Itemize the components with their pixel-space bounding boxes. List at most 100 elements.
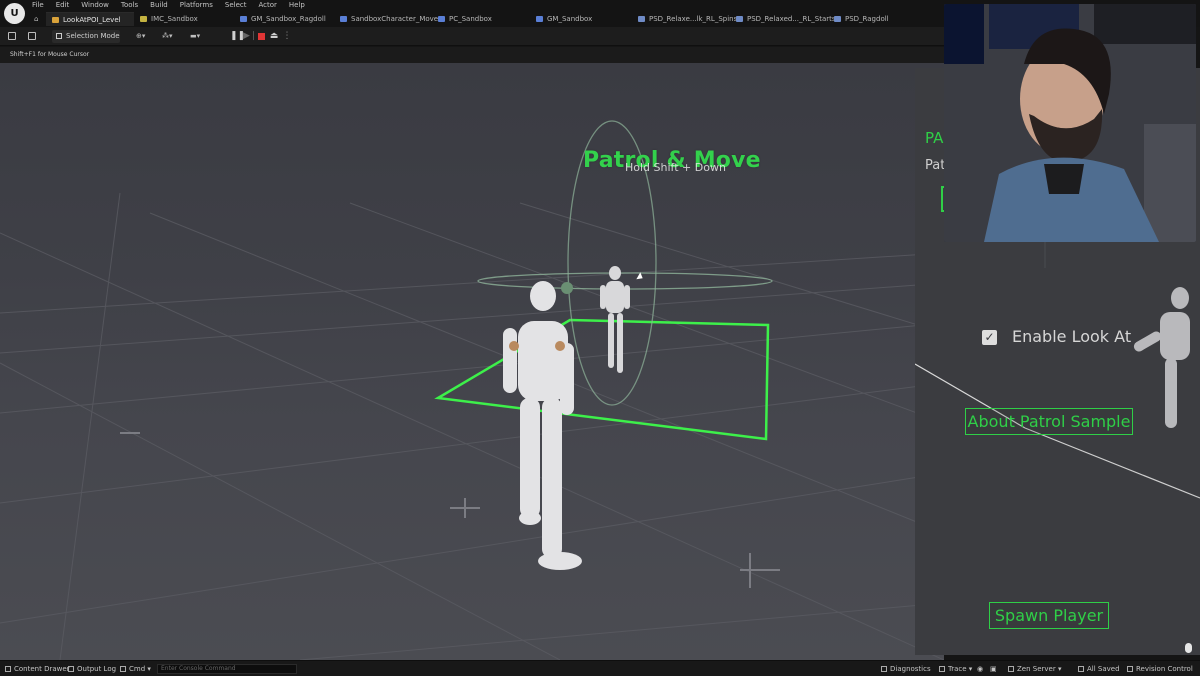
- menu-bar: File Edit Window Tools Build Platforms S…: [32, 1, 317, 12]
- select-arrow-icon: [56, 33, 62, 39]
- menu-edit[interactable]: Edit: [56, 1, 76, 12]
- ground-grid: [0, 192, 944, 660]
- tab-lookatpoi-level[interactable]: LookAtPOI_Level: [46, 12, 134, 26]
- home-tab[interactable]: ⌂: [32, 12, 46, 26]
- content-drawer-button[interactable]: Content Drawer: [5, 664, 70, 674]
- menu-select[interactable]: Select: [225, 1, 253, 12]
- trace-icon: [939, 666, 945, 672]
- tab-imc-sandbox[interactable]: IMC_Sandbox: [134, 12, 234, 26]
- panel-mannequin: [1133, 287, 1190, 428]
- all-saved-button[interactable]: All Saved: [1078, 664, 1120, 674]
- step-frame-icon[interactable]: ▶❘: [243, 31, 257, 42]
- unreal-logo-icon[interactable]: U: [4, 3, 25, 24]
- revision-control-button[interactable]: Revision Control: [1127, 664, 1193, 674]
- diagnostics-icon: [881, 666, 887, 672]
- level-icon: [52, 17, 59, 23]
- tab-psd-relaxed-starts[interactable]: PSD_Relaxed..._RL_Starts: [730, 12, 836, 26]
- zen-server-label: Zen Server: [1017, 665, 1056, 673]
- microphone-icon: [1185, 643, 1192, 653]
- menu-help[interactable]: Help: [289, 1, 311, 12]
- tab-label: SandboxCharacter_Mover: [351, 15, 441, 23]
- level-toolbar: Selection Mode ▾ ⊕▾ ⁂▾ ▬▾ ❚❚ ▶❘ ⏏ ⋮: [0, 27, 944, 53]
- zen-server-icon: [1008, 666, 1014, 672]
- mouse-cursor-hint: Shift+F1 for Mouse Cursor: [10, 51, 90, 58]
- menu-tools[interactable]: Tools: [121, 1, 144, 12]
- tab-psd-ragdoll[interactable]: PSD_Ragdoll: [828, 12, 889, 26]
- folder-icon: [28, 32, 36, 40]
- content-drawer-icon: [5, 666, 11, 672]
- viewport-header: Shift+F1 for Mouse Cursor: [0, 47, 944, 63]
- revision-control-icon: [1127, 666, 1133, 672]
- tab-pc-sandbox[interactable]: PC_Sandbox: [432, 12, 530, 26]
- menu-file[interactable]: File: [32, 1, 50, 12]
- spawn-player-button[interactable]: Spawn Player: [989, 602, 1109, 629]
- look-at-target: [561, 282, 573, 294]
- character-icon: [340, 16, 347, 22]
- hold-shift-hint: Hold Shift + Down: [625, 161, 726, 174]
- content-drawer-label: Content Drawer: [14, 665, 70, 673]
- enable-look-at-checkbox[interactable]: ✓: [982, 330, 997, 345]
- trace-dropdown[interactable]: Trace ▾: [939, 664, 972, 674]
- grid-markers: [120, 432, 780, 588]
- status-bar: Content Drawer Output Log Cmd ▾ Enter Co…: [0, 660, 1200, 676]
- zen-server-dropdown[interactable]: Zen Server ▾: [1008, 664, 1061, 674]
- cmd-label: Cmd: [129, 665, 146, 673]
- pose-search-icon: [834, 16, 841, 22]
- menu-platforms[interactable]: Platforms: [180, 1, 219, 12]
- presenter-video: [944, 4, 1196, 242]
- diagnostics-label: Diagnostics: [890, 665, 931, 673]
- pose-search-icon: [638, 16, 645, 22]
- tab-label: PC_Sandbox: [449, 15, 492, 23]
- more-options-icon[interactable]: ⋮: [282, 31, 292, 42]
- tab-label: IMC_Sandbox: [151, 15, 198, 23]
- npc-mannequin: [600, 266, 630, 373]
- output-log-button[interactable]: Output Log: [68, 664, 116, 674]
- stop-icon[interactable]: [256, 31, 266, 42]
- panel-header: PA: [925, 129, 944, 147]
- tab-label: PSD_Ragdoll: [845, 15, 889, 23]
- scene-render: [0, 120, 944, 660]
- enable-look-at-label: Enable Look At: [1012, 327, 1132, 346]
- player-mannequin: [503, 281, 582, 570]
- document-tabs: ⌂ LookAtPOI_Level IMC_Sandbox GM_Sandbox…: [32, 12, 944, 26]
- browse-button[interactable]: [26, 30, 38, 43]
- tab-label: PSD_Relaxed..._RL_Starts: [747, 15, 836, 23]
- tab-psd-relaxed-spins[interactable]: PSD_Relaxe...lk_RL_Spins: [632, 12, 737, 26]
- menu-build[interactable]: Build: [150, 1, 174, 12]
- tab-gm-sandbox-ragdoll[interactable]: GM_Sandbox_Ragdoll: [234, 12, 334, 26]
- save-icon: [8, 32, 16, 40]
- tab-label: LookAtPOI_Level: [63, 16, 121, 24]
- menu-window[interactable]: Window: [81, 1, 115, 12]
- cmd-icon: [120, 666, 126, 672]
- about-patrol-sample-button[interactable]: About Patrol Sample: [965, 408, 1133, 435]
- all-saved-label: All Saved: [1087, 665, 1120, 673]
- eject-icon[interactable]: ⏏: [269, 31, 279, 42]
- output-log-icon: [68, 666, 74, 672]
- menu-actor[interactable]: Actor: [259, 1, 283, 12]
- add-actor-button[interactable]: ⊕▾: [136, 30, 158, 43]
- tab-sandboxcharacter-mover[interactable]: SandboxCharacter_Mover: [334, 12, 441, 26]
- tab-label: GM_Sandbox: [547, 15, 593, 23]
- selection-mode-dropdown[interactable]: Selection Mode ▾: [52, 30, 120, 53]
- cmd-dropdown[interactable]: Cmd ▾: [120, 664, 151, 674]
- diagnostics-button[interactable]: Diagnostics: [881, 664, 931, 674]
- blueprints-button[interactable]: ⁂▾: [162, 30, 184, 43]
- save-status-icon: [1078, 666, 1084, 672]
- pause-icon[interactable]: ❚❚: [230, 31, 245, 42]
- cinematics-button[interactable]: ▬▾: [190, 30, 212, 43]
- blueprint-icon: [438, 16, 445, 22]
- tab-label: GM_Sandbox_Ragdoll: [251, 15, 326, 23]
- patrol-area-outline: [434, 318, 770, 441]
- save-button[interactable]: [6, 30, 18, 43]
- input-mapping-icon: [140, 16, 147, 22]
- trace-label: Trace: [948, 665, 967, 673]
- tab-label: PSD_Relaxe...lk_RL_Spins: [649, 15, 738, 23]
- tab-gm-sandbox[interactable]: GM_Sandbox: [530, 12, 632, 26]
- camera-icon[interactable]: ▣: [990, 664, 997, 674]
- output-log-label: Output Log: [77, 665, 117, 673]
- blueprint-icon: [240, 16, 247, 22]
- record-icon[interactable]: ◉: [977, 664, 983, 674]
- revision-control-label: Revision Control: [1136, 665, 1193, 673]
- level-viewport[interactable]: Patrol & Move Hold Shift + Down: [0, 63, 944, 660]
- console-command-input[interactable]: Enter Console Command: [157, 664, 297, 674]
